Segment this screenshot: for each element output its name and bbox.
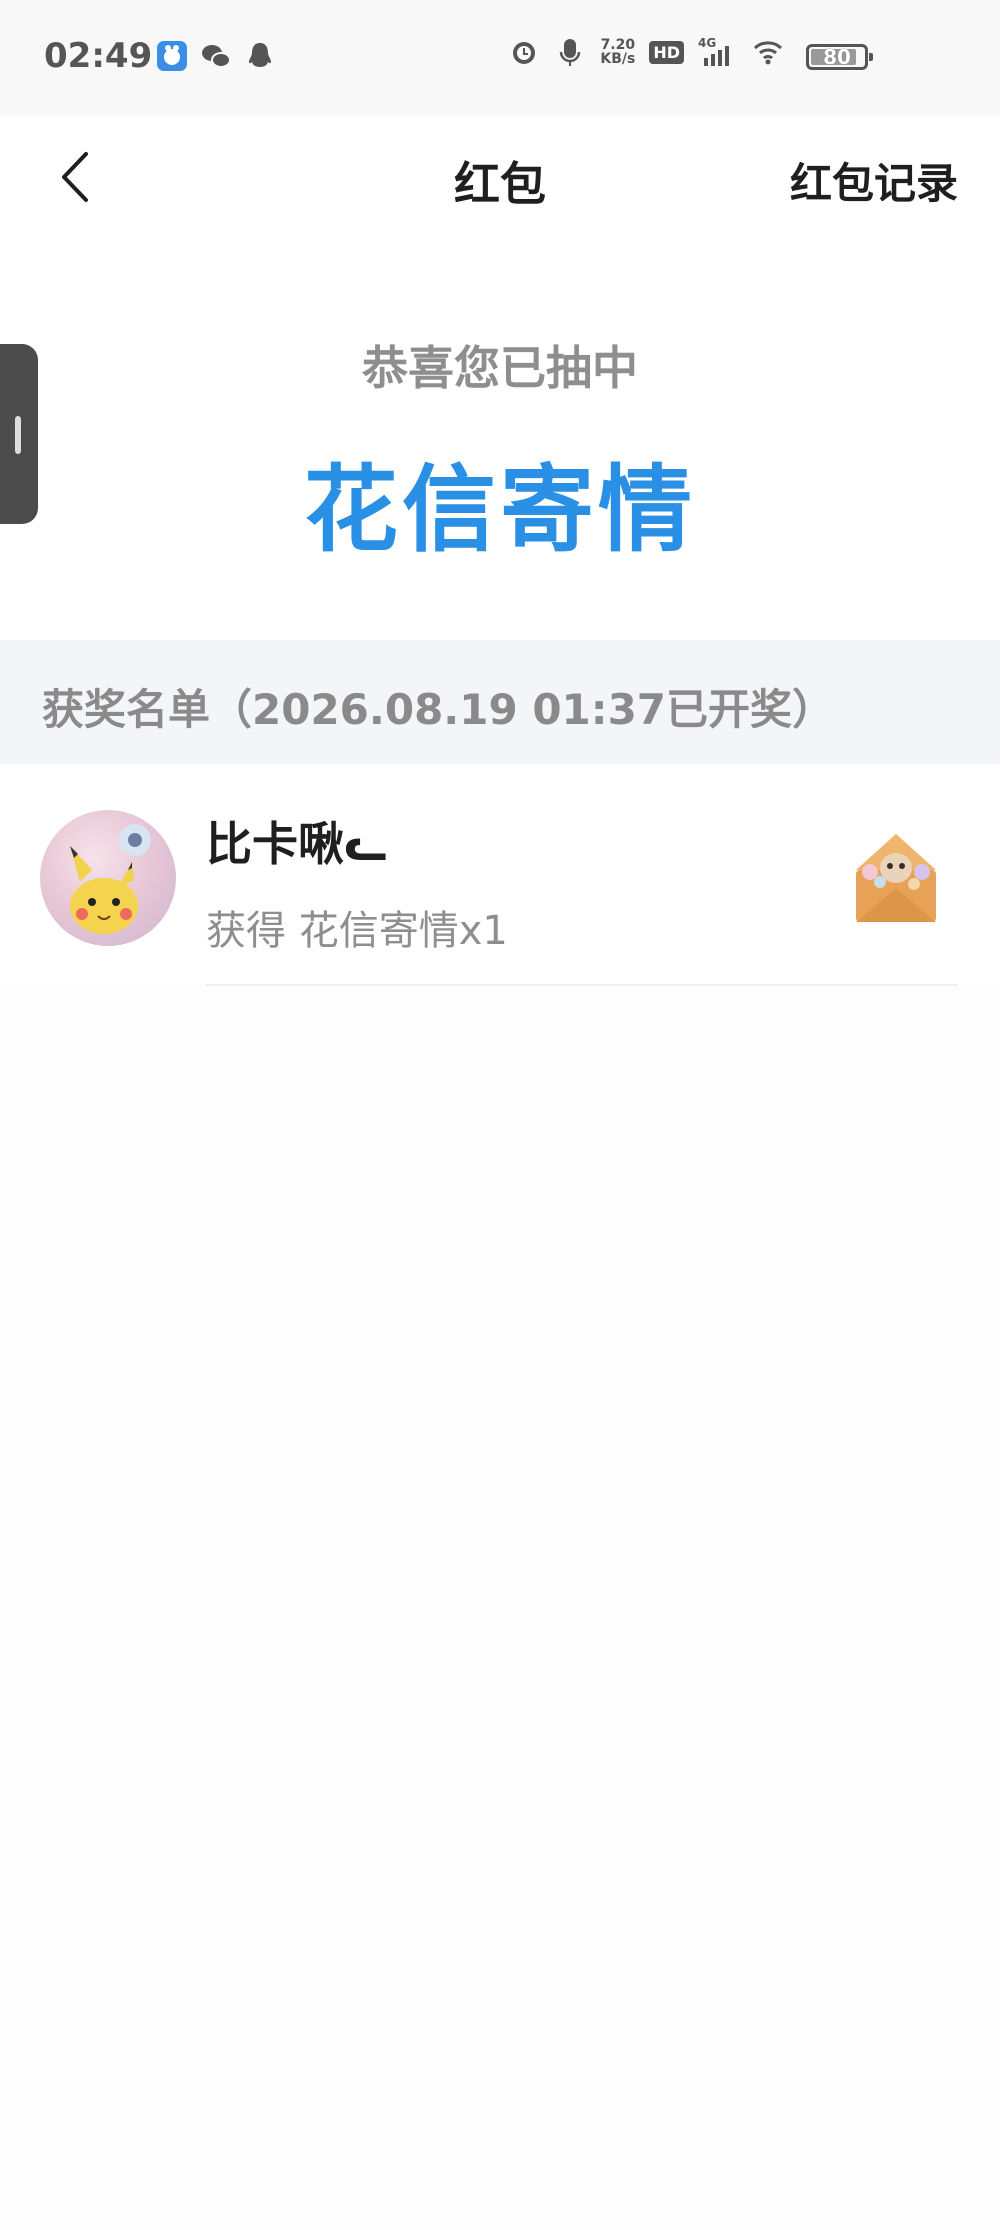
result-hero: 恭喜您已抽中 花信寄情 — [0, 238, 1000, 640]
status-left-icons — [156, 40, 276, 72]
status-right-icons: 7.20 KB/s HD 4G — [508, 36, 784, 68]
avatar[interactable] — [40, 810, 176, 946]
qq-icon — [244, 40, 276, 72]
net-speed: 7.20 KB/s — [600, 37, 636, 67]
nav-bar: 红包 红包记录 — [0, 116, 1000, 239]
prize-name: 花信寄情 — [303, 456, 696, 565]
hd-badge: HD — [649, 40, 684, 64]
winner-name: 比卡啾ᓚ — [206, 817, 387, 871]
winner-prize-text: 获得 花信寄情x1 — [206, 908, 508, 954]
svg-text:4G: 4G — [698, 36, 716, 50]
wifi-icon — [752, 36, 784, 68]
baidu-icon — [156, 40, 188, 72]
row-divider — [206, 984, 958, 986]
status-time: 02:49 — [44, 36, 153, 76]
list-item: 比卡啾ᓚ 获得 花信寄情x1 — [0, 764, 1000, 986]
congrats-text: 恭喜您已抽中 — [362, 341, 638, 395]
battery-icon: 80 — [806, 44, 873, 70]
signal-icon: 4G — [698, 36, 738, 68]
winner-list-title: 获奖名单（2026.08.19 01:37已开奖） — [42, 685, 835, 734]
alarm-icon — [508, 36, 540, 68]
status-bar: 02:49 7.20 KB/s HD 4G 80 — [0, 0, 1000, 116]
floating-side-handle[interactable] — [0, 344, 38, 524]
red-packet-record-link[interactable]: 红包记录 — [790, 150, 958, 211]
gift-envelope-icon — [850, 824, 942, 928]
wechat-icon — [200, 40, 232, 72]
mic-icon — [554, 36, 586, 68]
battery-level: 80 — [823, 45, 851, 69]
winner-list-header: 获奖名单（2026.08.19 01:37已开奖） — [0, 640, 1000, 764]
